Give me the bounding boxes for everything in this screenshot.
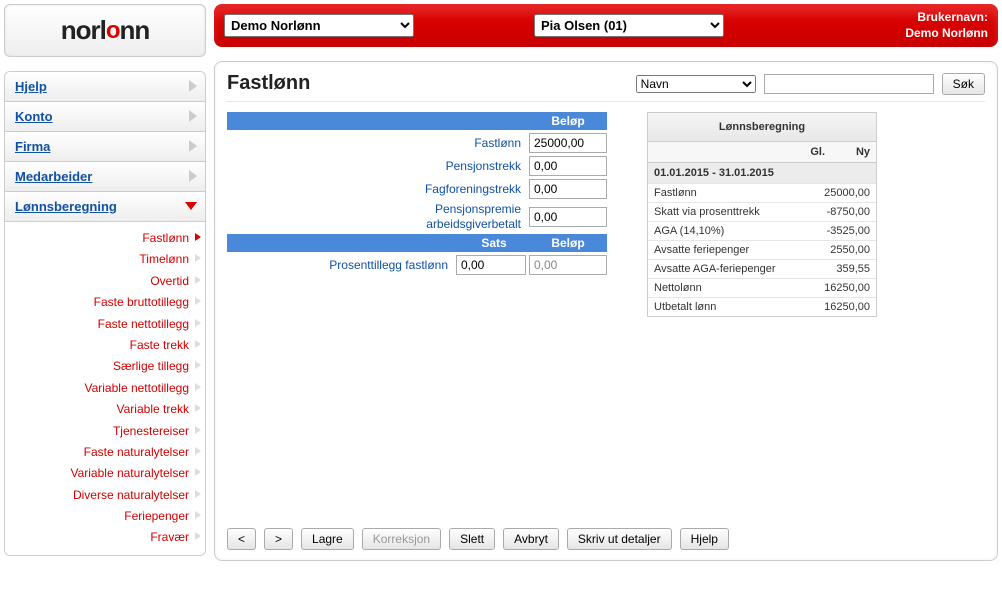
input-fastlonn[interactable] <box>529 133 607 153</box>
sub-tjenestereiser[interactable]: Tjenestereiser <box>5 421 205 442</box>
avbryt-button[interactable]: Avbryt <box>503 528 559 550</box>
top-bar: Demo Norlønn Pia Olsen (01) Brukernavn: … <box>214 4 998 47</box>
input-pensjonstrekk[interactable] <box>529 156 607 176</box>
chevron-right-icon <box>195 490 201 498</box>
label-fastlonn: Fastlønn <box>227 136 529 150</box>
menu-hjelp[interactable]: Hjelp <box>5 72 205 102</box>
sub-saerlige-tillegg[interactable]: Særlige tillegg <box>5 356 205 377</box>
col-belop: Beløp <box>529 112 607 130</box>
chevron-right-icon <box>195 383 201 391</box>
company-select[interactable]: Demo Norlønn <box>224 14 414 37</box>
sub-feriepenger[interactable]: Feriepenger <box>5 506 205 527</box>
sub-variable-naturalytelser[interactable]: Variable naturalytelser <box>5 463 205 484</box>
col-belop2: Beløp <box>529 234 607 252</box>
korreksjon-button: Korreksjon <box>362 528 441 550</box>
sub-diverse-naturalytelser[interactable]: Diverse naturalytelser <box>5 485 205 506</box>
calc-box: Lønnsberegning Gl. Ny 01.01.2015 - 31.01… <box>647 112 877 317</box>
label-prosenttillegg: Prosenttillegg fastlønn <box>227 258 456 272</box>
sub-fravaer[interactable]: Fravær <box>5 527 205 548</box>
main-menu: Hjelp Konto Firma Medarbeider Lønnsbereg… <box>4 71 206 556</box>
prev-button[interactable]: < <box>227 528 256 550</box>
search-by-select[interactable]: Navn <box>636 75 756 93</box>
logo: norlonn <box>4 4 206 57</box>
calc-col-gl: Gl. <box>786 142 831 162</box>
main-panel: Fastlønn Navn Søk Beløp Fastlønn P <box>214 61 998 561</box>
chevron-right-icon <box>189 140 197 152</box>
search-input[interactable] <box>764 74 934 94</box>
chevron-right-icon <box>195 361 201 369</box>
menu-medarbeider[interactable]: Medarbeider <box>5 162 205 192</box>
hjelp-button[interactable]: Hjelp <box>680 528 729 550</box>
sub-fastlonn[interactable]: Fastlønn <box>5 228 205 249</box>
label-pensjonspremie: Pensjonspremie arbeidsgiverbetalt <box>227 202 529 231</box>
input-prosenttillegg-belop <box>529 255 607 275</box>
menu-firma[interactable]: Firma <box>5 132 205 162</box>
chevron-right-icon <box>195 532 201 540</box>
input-pensjonspremie[interactable] <box>529 207 607 227</box>
calc-period: 01.01.2015 - 31.01.2015 <box>648 163 876 183</box>
chevron-right-icon <box>195 340 201 348</box>
sub-faste-trekk[interactable]: Faste trekk <box>5 335 205 356</box>
sub-faste-nettotillegg[interactable]: Faste nettotillegg <box>5 314 205 335</box>
slett-button[interactable]: Slett <box>449 528 495 550</box>
calc-title: Lønnsberegning <box>648 113 876 142</box>
footer-bar: < > Lagre Korreksjon Slett Avbryt Skriv … <box>227 528 985 550</box>
chevron-right-icon <box>189 80 197 92</box>
chevron-right-icon <box>195 254 201 262</box>
chevron-right-icon <box>189 110 197 122</box>
sub-overtid[interactable]: Overtid <box>5 271 205 292</box>
user-block: Brukernavn: Demo Norlønn <box>905 10 988 41</box>
input-fagforeningstrekk[interactable] <box>529 179 607 199</box>
sub-variable-nettotillegg[interactable]: Variable nettotillegg <box>5 378 205 399</box>
sub-variable-trekk[interactable]: Variable trekk <box>5 399 205 420</box>
chevron-right-icon <box>195 276 201 284</box>
user-label: Brukernavn: <box>905 10 988 26</box>
lagre-button[interactable]: Lagre <box>301 528 354 550</box>
label-pensjonstrekk: Pensjonstrekk <box>227 159 529 173</box>
chevron-right-icon <box>195 447 201 455</box>
chevron-right-icon <box>195 426 201 434</box>
user-name: Demo Norlønn <box>905 26 988 42</box>
col-sats: Sats <box>459 234 529 252</box>
submenu: Fastlønn Timelønn Overtid Faste bruttoti… <box>5 222 205 555</box>
menu-lonnsberegning[interactable]: Lønnsberegning <box>5 192 205 222</box>
chevron-right-icon <box>195 404 201 412</box>
menu-konto[interactable]: Konto <box>5 102 205 132</box>
search-button[interactable]: Søk <box>942 73 985 95</box>
label-fagforeningstrekk: Fagforeningstrekk <box>227 182 529 196</box>
sub-faste-bruttotillegg[interactable]: Faste bruttotillegg <box>5 292 205 313</box>
chevron-right-icon <box>195 319 201 327</box>
sub-timelonn[interactable]: Timelønn <box>5 249 205 270</box>
chevron-right-icon <box>189 170 197 182</box>
employee-select[interactable]: Pia Olsen (01) <box>534 14 724 37</box>
calc-col-ny: Ny <box>831 142 876 162</box>
chevron-down-icon <box>185 202 197 210</box>
chevron-right-icon <box>195 511 201 519</box>
skrivut-button[interactable]: Skriv ut detaljer <box>567 528 672 550</box>
chevron-right-icon <box>195 233 201 241</box>
chevron-right-icon <box>195 297 201 305</box>
sub-faste-naturalytelser[interactable]: Faste naturalytelser <box>5 442 205 463</box>
input-prosenttillegg-sats[interactable] <box>456 255 526 275</box>
fields-grid: Beløp Fastlønn Pensjonstrekk Fagforening… <box>227 112 607 317</box>
next-button[interactable]: > <box>264 528 293 550</box>
page-title: Fastlønn <box>227 72 628 95</box>
chevron-right-icon <box>195 468 201 476</box>
